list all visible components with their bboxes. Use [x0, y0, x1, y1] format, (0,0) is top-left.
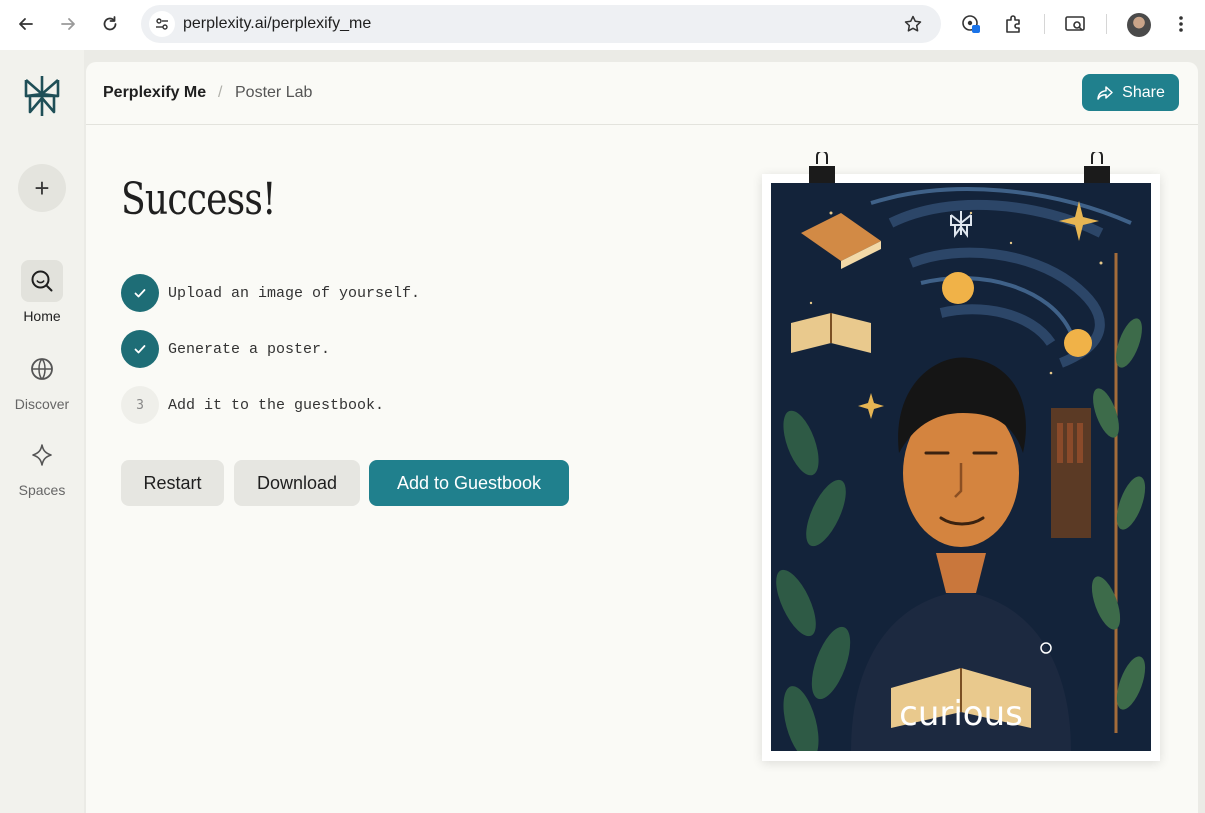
breadcrumb-app[interactable]: Perplexify Me: [103, 84, 206, 102]
step-item: 3 Add it to the guestbook.: [121, 386, 384, 424]
sidebar-item-home[interactable]: Home: [0, 260, 84, 324]
download-button[interactable]: Download: [234, 460, 360, 506]
page-title: Success!: [121, 174, 277, 225]
step-item: Generate a poster.: [121, 330, 330, 368]
breadcrumb-page: Poster Lab: [235, 84, 313, 101]
plus-icon: +: [34, 172, 50, 203]
step-text: Upload an image of yourself.: [168, 284, 421, 302]
sidebar-item-discover[interactable]: Discover: [0, 348, 84, 412]
sidebar: + Home Discover Spaces: [0, 50, 84, 813]
extensions-icon[interactable]: [1003, 13, 1025, 35]
share-button[interactable]: Share: [1082, 74, 1179, 111]
add-to-guestbook-button[interactable]: Add to Guestbook: [369, 460, 569, 506]
reload-icon[interactable]: [98, 12, 122, 36]
search-icon: [21, 260, 63, 302]
step-text: Add it to the guestbook.: [168, 396, 385, 414]
poster-preview: curious: [762, 152, 1160, 761]
binder-clip-icon: [1084, 152, 1110, 184]
check-icon: [121, 330, 159, 368]
poster-image[interactable]: curious: [771, 183, 1151, 751]
perplexity-logo-icon[interactable]: [22, 74, 62, 118]
star-icon[interactable]: [903, 14, 923, 34]
sparkle-icon: [21, 434, 63, 476]
sidebar-item-label: Spaces: [18, 482, 66, 498]
share-label: Share: [1122, 83, 1165, 101]
toolbar-divider: [1106, 14, 1107, 34]
step-text: Generate a poster.: [168, 340, 331, 358]
step-item: Upload an image of yourself.: [121, 274, 420, 312]
site-settings-icon[interactable]: [149, 11, 175, 37]
new-thread-button[interactable]: +: [18, 164, 66, 212]
toolbar-divider: [1044, 14, 1045, 34]
check-icon: [121, 274, 159, 312]
password-icon[interactable]: [960, 13, 982, 35]
sidebar-item-label: Discover: [14, 396, 70, 412]
browser-toolbar: perplexity.ai/perplexify_me: [0, 0, 1205, 50]
breadcrumb-separator: /: [218, 84, 223, 101]
sidebar-item-spaces[interactable]: Spaces: [0, 434, 84, 498]
menu-icon[interactable]: [1170, 13, 1192, 35]
url-text[interactable]: perplexity.ai/perplexify_me: [183, 15, 371, 33]
step-number: 3: [121, 386, 159, 424]
main-panel: Perplexify Me / Poster Lab Share Success…: [86, 62, 1198, 813]
binder-clip-icon: [809, 152, 835, 184]
globe-icon: [21, 348, 63, 390]
profile-avatar[interactable]: [1127, 13, 1151, 37]
forward-icon[interactable]: [56, 12, 80, 36]
share-icon: [1097, 85, 1113, 100]
sidebar-item-label: Home: [23, 308, 61, 324]
poster-caption: curious: [899, 694, 1023, 734]
restart-button[interactable]: Restart: [121, 460, 224, 506]
header: Perplexify Me / Poster Lab Share: [86, 62, 1198, 125]
back-icon[interactable]: [14, 12, 38, 36]
address-bar[interactable]: perplexity.ai/perplexify_me: [141, 5, 941, 43]
tab-search-icon[interactable]: [1064, 13, 1086, 35]
